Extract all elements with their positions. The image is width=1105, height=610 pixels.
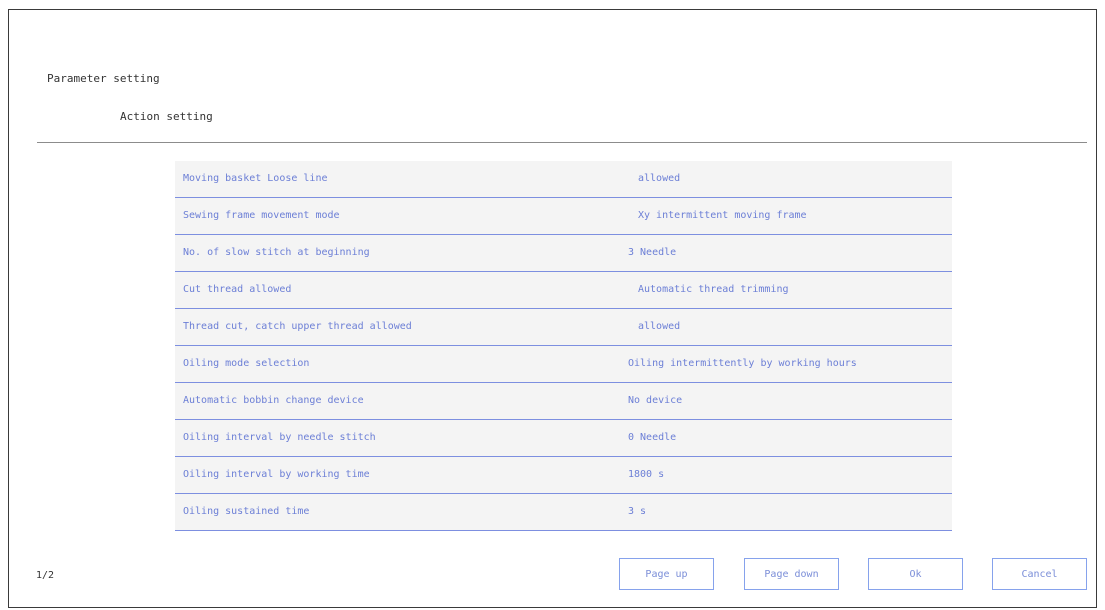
parameter-row-oiling-interval-needle[interactable]: Oiling interval by needle stitch 0 Needl… — [175, 420, 952, 457]
parameter-value[interactable]: 1800 s — [628, 469, 664, 480]
parameter-value[interactable]: Automatic thread trimming — [638, 284, 789, 295]
parameter-label: Automatic bobbin change device — [183, 395, 364, 406]
parameter-setting-window: Parameter setting Action setting Moving … — [8, 9, 1097, 608]
parameter-value[interactable]: 3 Needle — [628, 247, 676, 258]
parameter-row-oiling-mode-selection[interactable]: Oiling mode selection Oiling intermitten… — [175, 346, 952, 383]
parameter-row-catch-upper-thread[interactable]: Thread cut, catch upper thread allowed a… — [175, 309, 952, 346]
parameter-label: Oiling sustained time — [183, 506, 310, 517]
parameter-label: Thread cut, catch upper thread allowed — [183, 321, 412, 332]
parameter-label: Sewing frame movement mode — [183, 210, 340, 221]
parameter-row-sewing-frame-movement-mode[interactable]: Sewing frame movement mode Xy intermitte… — [175, 198, 952, 235]
parameter-row-oiling-interval-time[interactable]: Oiling interval by working time 1800 s — [175, 457, 952, 494]
section-title: Action setting — [120, 110, 213, 123]
parameter-row-bobbin-change-device[interactable]: Automatic bobbin change device No device — [175, 383, 952, 420]
parameter-label: Moving basket Loose line — [183, 173, 328, 184]
parameter-value[interactable]: No device — [628, 395, 682, 406]
header-divider — [37, 142, 1087, 143]
parameter-label: Oiling interval by needle stitch — [183, 432, 376, 443]
parameter-row-slow-stitch-beginning[interactable]: No. of slow stitch at beginning 3 Needle — [175, 235, 952, 272]
parameter-label: No. of slow stitch at beginning — [183, 247, 370, 258]
page-title: Parameter setting — [47, 72, 160, 85]
parameter-table: Moving basket Loose line allowed Sewing … — [175, 161, 952, 531]
page-up-button[interactable]: Page up — [619, 558, 714, 590]
parameter-value[interactable]: Oiling intermittently by working hours — [628, 358, 857, 369]
parameter-row-oiling-sustained-time[interactable]: Oiling sustained time 3 s — [175, 494, 952, 531]
ok-button[interactable]: Ok — [868, 558, 963, 590]
parameter-row-cut-thread-allowed[interactable]: Cut thread allowed Automatic thread trim… — [175, 272, 952, 309]
parameter-row-moving-basket-loose-line[interactable]: Moving basket Loose line allowed — [175, 161, 952, 198]
page-indicator: 1/2 — [36, 570, 55, 581]
parameter-value[interactable]: 0 Needle — [628, 432, 676, 443]
parameter-value[interactable]: 3 s — [628, 506, 646, 517]
parameter-label: Oiling mode selection — [183, 358, 310, 369]
parameter-value[interactable]: allowed — [638, 321, 680, 332]
page-down-button[interactable]: Page down — [744, 558, 839, 590]
parameter-label: Oiling interval by working time — [183, 469, 370, 480]
cancel-button[interactable]: Cancel — [992, 558, 1087, 590]
parameter-value[interactable]: allowed — [638, 173, 680, 184]
parameter-label: Cut thread allowed — [183, 284, 292, 295]
parameter-value[interactable]: Xy intermittent moving frame — [638, 210, 807, 221]
